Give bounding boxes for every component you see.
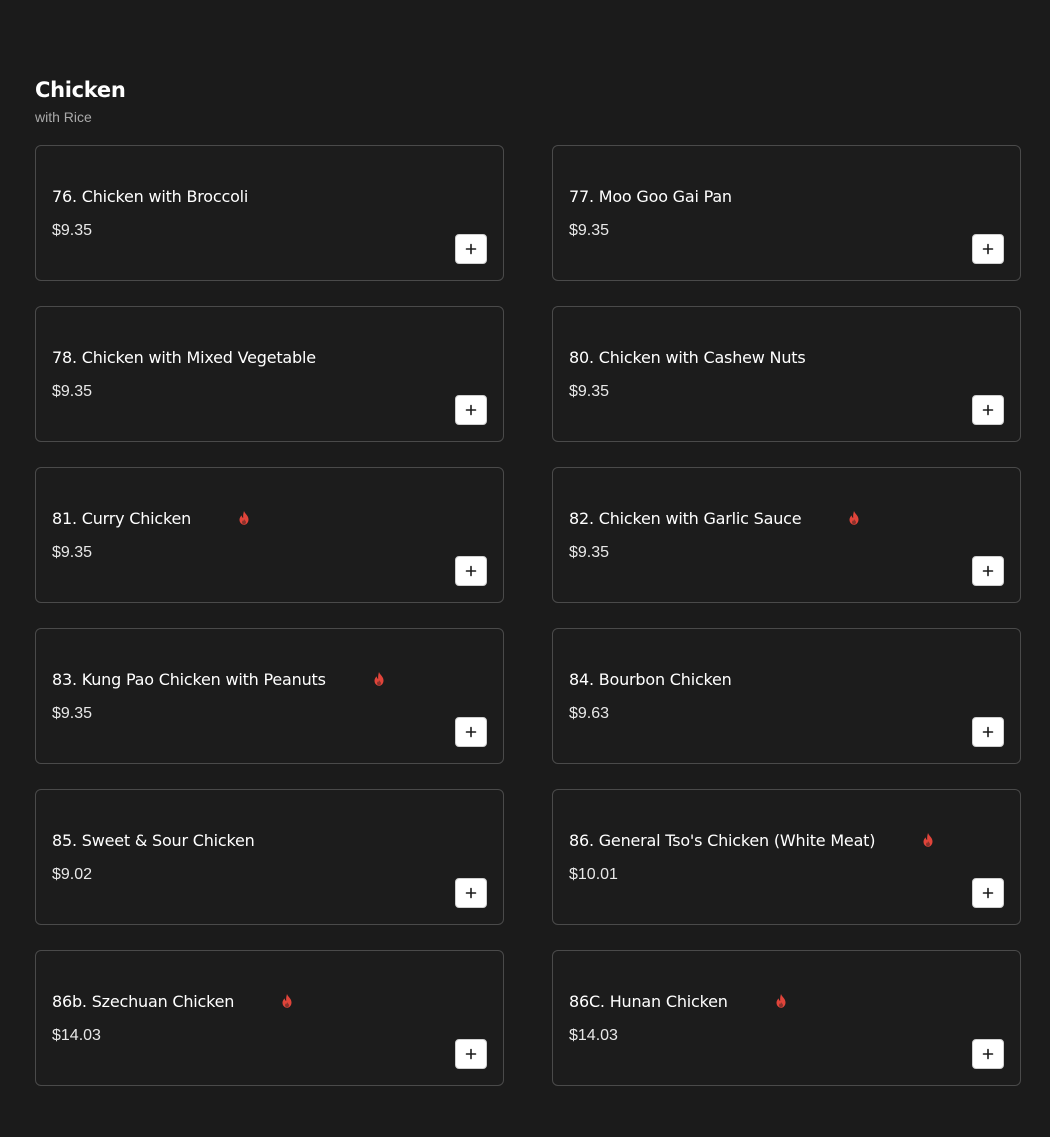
add-to-cart-button[interactable]: [455, 878, 487, 908]
item-price: $14.03: [569, 1027, 618, 1044]
flame-icon: [776, 993, 786, 1008]
add-to-cart-button[interactable]: [972, 556, 1004, 586]
item-price: $9.35: [52, 222, 93, 239]
item-price: $14.03: [52, 1027, 101, 1044]
item-price: $9.35: [569, 222, 610, 239]
flame-icon: [239, 510, 249, 525]
add-to-cart-button[interactable]: [972, 717, 1004, 747]
plus-icon: [465, 565, 477, 577]
menu-item-card[interactable]: 86b. Szechuan Chicken $14.03: [35, 950, 504, 1086]
menu-item-card[interactable]: 81. Curry Chicken $9.35: [35, 467, 504, 603]
menu-item-card[interactable]: 84. Bourbon Chicken $9.63: [552, 628, 1021, 764]
add-to-cart-button[interactable]: [455, 556, 487, 586]
plus-icon: [982, 887, 994, 899]
plus-icon: [465, 1048, 477, 1060]
menu-item-card[interactable]: 78. Chicken with Mixed Vegetable $9.35: [35, 306, 504, 442]
item-price: $9.35: [52, 544, 93, 561]
item-price: $9.35: [569, 383, 610, 400]
flame-icon: [282, 993, 292, 1008]
item-name-row: 86. General Tso's Chicken (White Meat): [569, 831, 935, 850]
item-price: $10.01: [569, 866, 618, 883]
item-name: 82. Chicken with Garlic Sauce: [569, 509, 802, 528]
item-name-row: 85. Sweet & Sour Chicken: [52, 831, 255, 850]
flame-icon: [923, 832, 933, 847]
plus-icon: [982, 243, 994, 255]
plus-icon: [982, 404, 994, 416]
item-name-row: 86b. Szechuan Chicken: [52, 992, 294, 1011]
add-to-cart-button[interactable]: [455, 717, 487, 747]
item-name-row: 86C. Hunan Chicken: [569, 992, 788, 1011]
section-subtitle: with Rice: [35, 109, 92, 125]
menu-item-card[interactable]: 86. General Tso's Chicken (White Meat) $…: [552, 789, 1021, 925]
add-to-cart-button[interactable]: [972, 395, 1004, 425]
add-to-cart-button[interactable]: [455, 234, 487, 264]
add-to-cart-button[interactable]: [972, 878, 1004, 908]
flame-icon: [374, 671, 384, 686]
section-title: Chicken: [35, 78, 126, 102]
item-name: 81. Curry Chicken: [52, 509, 192, 528]
menu-item-card[interactable]: 80. Chicken with Cashew Nuts $9.35: [552, 306, 1021, 442]
item-name: 77. Moo Goo Gai Pan: [569, 187, 732, 206]
item-price: $9.35: [52, 383, 93, 400]
item-name-row: 84. Bourbon Chicken: [569, 670, 732, 689]
menu-item-card[interactable]: 77. Moo Goo Gai Pan $9.35: [552, 145, 1021, 281]
add-to-cart-button[interactable]: [972, 1039, 1004, 1069]
section-header: Chicken with Rice: [35, 76, 126, 126]
plus-icon: [465, 726, 477, 738]
item-name: 78. Chicken with Mixed Vegetable: [52, 348, 316, 367]
plus-icon: [465, 887, 477, 899]
item-price: $9.35: [569, 544, 610, 561]
plus-icon: [982, 726, 994, 738]
add-to-cart-button[interactable]: [455, 1039, 487, 1069]
plus-icon: [982, 1048, 994, 1060]
item-name: 85. Sweet & Sour Chicken: [52, 831, 255, 850]
add-to-cart-button[interactable]: [972, 234, 1004, 264]
item-name: 86. General Tso's Chicken (White Meat): [569, 831, 876, 850]
item-price: $9.35: [52, 705, 93, 722]
item-name: 86C. Hunan Chicken: [569, 992, 728, 1011]
menu-item-card[interactable]: 76. Chicken with Broccoli $9.35: [35, 145, 504, 281]
item-price: $9.63: [569, 705, 610, 722]
item-name-row: 76. Chicken with Broccoli: [52, 187, 248, 206]
flame-icon: [849, 510, 859, 525]
add-to-cart-button[interactable]: [455, 395, 487, 425]
plus-icon: [465, 404, 477, 416]
item-name: 84. Bourbon Chicken: [569, 670, 732, 689]
item-name-row: 77. Moo Goo Gai Pan: [569, 187, 732, 206]
item-name-row: 81. Curry Chicken: [52, 509, 251, 528]
item-name-row: 82. Chicken with Garlic Sauce: [569, 509, 861, 528]
item-name-row: 78. Chicken with Mixed Vegetable: [52, 348, 316, 367]
item-price: $9.02: [52, 866, 93, 883]
menu-item-card[interactable]: 85. Sweet & Sour Chicken $9.02: [35, 789, 504, 925]
menu-item-card[interactable]: 86C. Hunan Chicken $14.03: [552, 950, 1021, 1086]
menu-item-card[interactable]: 82. Chicken with Garlic Sauce $9.35: [552, 467, 1021, 603]
plus-icon: [465, 243, 477, 255]
item-name: 86b. Szechuan Chicken: [52, 992, 235, 1011]
item-name: 76. Chicken with Broccoli: [52, 187, 249, 206]
menu-item-grid: 76. Chicken with Broccoli $9.35 77. Moo …: [35, 145, 1021, 1086]
item-name: 83. Kung Pao Chicken with Peanuts: [52, 670, 326, 689]
item-name-row: 80. Chicken with Cashew Nuts: [569, 348, 806, 367]
menu-item-card[interactable]: 83. Kung Pao Chicken with Peanuts $9.35: [35, 628, 504, 764]
item-name: 80. Chicken with Cashew Nuts: [569, 348, 806, 367]
item-name-row: 83. Kung Pao Chicken with Peanuts: [52, 670, 386, 689]
plus-icon: [982, 565, 994, 577]
